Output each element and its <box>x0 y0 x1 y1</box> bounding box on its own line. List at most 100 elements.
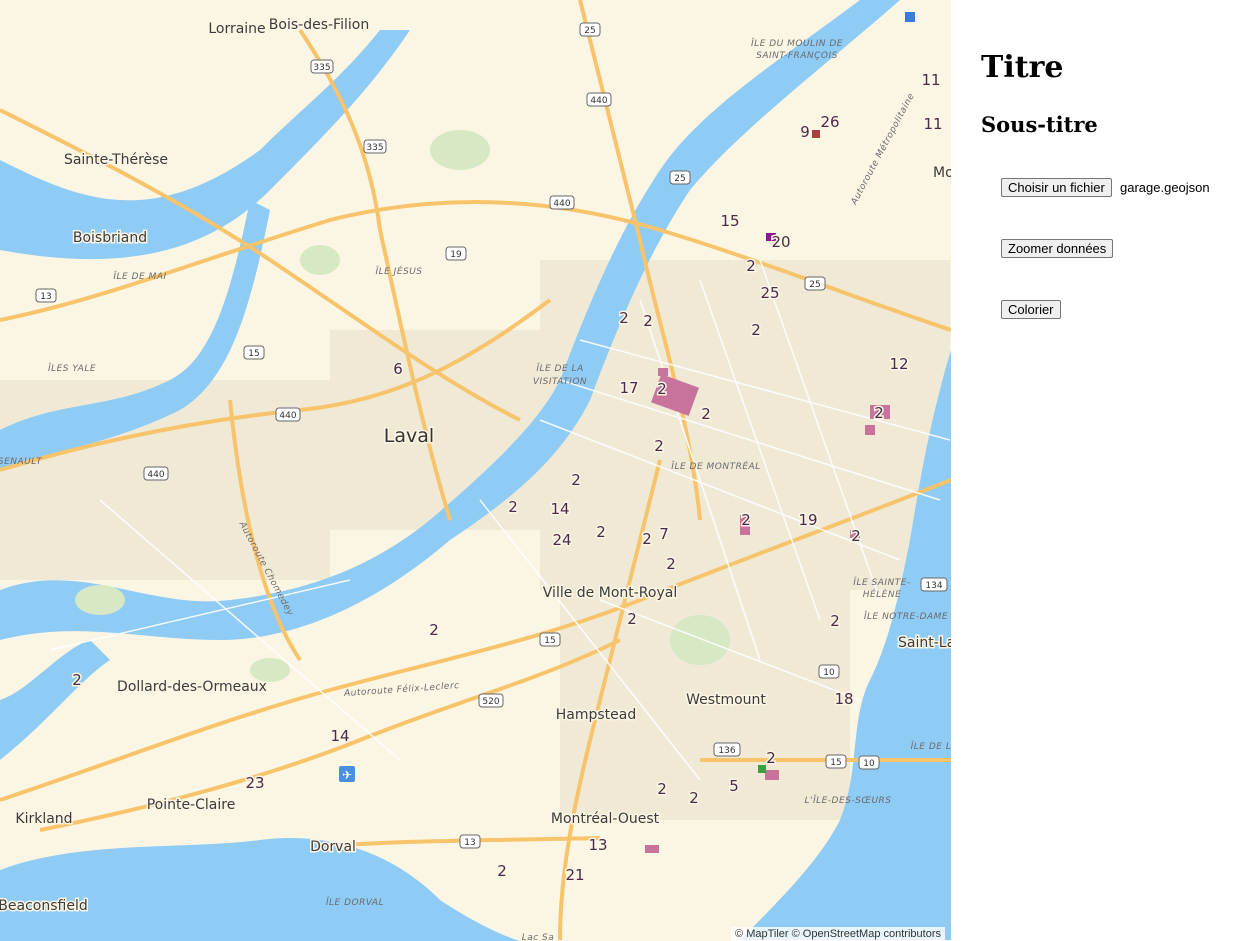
count-label: 2 <box>72 671 82 689</box>
colorize-button[interactable]: Colorier <box>1001 300 1061 319</box>
count-label: 2 <box>751 321 761 339</box>
count-label: 2 <box>766 749 776 767</box>
route-shield: 10 <box>818 664 840 679</box>
count-label: 2 <box>642 530 652 548</box>
place-label: Dorval <box>310 839 356 855</box>
route-shield: 10 <box>858 755 880 770</box>
place-label: Westmount <box>686 692 766 708</box>
count-label: 15 <box>720 212 739 230</box>
choose-file-button[interactable]: Choisir un fichier <box>1001 178 1112 197</box>
urban-areas <box>0 260 950 820</box>
island-label: VISITATION <box>533 377 587 387</box>
count-label: 2 <box>627 610 637 628</box>
count-label: 2 <box>657 380 667 398</box>
route-shield: 25 <box>579 22 601 37</box>
svg-text:136: 136 <box>718 746 735 756</box>
svg-text:19: 19 <box>450 250 462 260</box>
svg-text:25: 25 <box>809 280 820 290</box>
count-label: 12 <box>889 355 908 373</box>
place-label: Beaconsfield <box>0 898 88 914</box>
svg-text:15: 15 <box>544 636 555 646</box>
count-label: 24 <box>552 531 571 549</box>
island-label: ÎLE DE MONTRÉAL <box>671 460 760 472</box>
count-label: 5 <box>729 777 739 795</box>
place-label: Lorraine <box>208 21 265 37</box>
count-label: 2 <box>741 511 751 529</box>
place-label: Bois-des-Filion <box>269 17 369 33</box>
island-label: ÎLE SAINTE- <box>853 576 910 588</box>
garage-parcel-red <box>812 130 820 138</box>
count-label: 2 <box>746 257 756 275</box>
route-shield: 335 <box>363 139 387 154</box>
place-label: Saint-La <box>898 635 951 651</box>
route-shield: 25 <box>669 170 691 185</box>
count-label: 2 <box>497 862 507 880</box>
svg-text:25: 25 <box>674 174 685 184</box>
count-label: 6 <box>393 360 403 378</box>
island-label: ÎLE DE LA <box>536 362 583 374</box>
route-shield: 440 <box>275 407 301 422</box>
count-label: 2 <box>643 312 653 330</box>
svg-text:440: 440 <box>553 199 570 209</box>
count-label: 2 <box>666 555 676 573</box>
route-shield: 440 <box>549 195 575 210</box>
page-title: Titre <box>981 50 1064 85</box>
svg-text:15: 15 <box>830 758 841 768</box>
count-label: 7 <box>659 525 669 543</box>
route-shield: 440 <box>586 92 612 107</box>
svg-text:440: 440 <box>279 411 296 421</box>
garage-parcel-green <box>758 765 766 773</box>
file-name: garage.geojson <box>1120 180 1210 195</box>
island-label: Lac Sa <box>522 933 555 941</box>
count-label: 2 <box>657 780 667 798</box>
map-view[interactable]: ✈ Lorraine Bois-des-Filion Sainte-Thérès… <box>0 0 951 941</box>
route-shield: 15 <box>539 632 561 647</box>
svg-text:440: 440 <box>590 96 607 106</box>
island-label: L'ÎLE-DES-SŒURS <box>804 794 891 806</box>
route-shield: 136 <box>713 742 741 757</box>
count-label: 2 <box>701 405 711 423</box>
route-shield: 19 <box>445 246 467 261</box>
island-label: ÎLE DORVAL <box>326 896 384 908</box>
count-label: 2 <box>874 404 884 422</box>
svg-text:10: 10 <box>823 668 835 678</box>
count-label: 18 <box>834 690 853 708</box>
place-label: Boisbriand <box>73 230 147 246</box>
count-label: 9 <box>800 123 810 141</box>
route-shield: 15 <box>825 754 847 769</box>
route-shield: 440 <box>143 466 169 481</box>
airport-icon: ✈ <box>339 766 355 782</box>
island-label: ÎLE DE MAI <box>113 270 166 282</box>
svg-text:✈: ✈ <box>342 768 352 782</box>
count-label: 14 <box>550 500 569 518</box>
count-label: 17 <box>619 379 638 397</box>
route-shield: 15 <box>243 345 265 360</box>
count-label: 2 <box>596 523 606 541</box>
svg-text:134: 134 <box>925 581 942 591</box>
route-shield: 134 <box>920 577 948 592</box>
count-label: 2 <box>830 612 840 630</box>
map-poi <box>905 12 915 22</box>
count-label: 2 <box>654 437 664 455</box>
place-label: Pointe-Claire <box>147 797 236 813</box>
svg-text:13: 13 <box>40 292 51 302</box>
island-label: HÉLÈNE <box>863 588 902 600</box>
count-label: 2 <box>429 621 439 639</box>
map-canvas: ✈ Lorraine Bois-des-Filion Sainte-Thérès… <box>0 0 951 941</box>
place-label: Kirkland <box>15 811 72 827</box>
svg-text:335: 335 <box>366 143 383 153</box>
route-shield: 335 <box>310 59 334 74</box>
count-label: 2 <box>851 527 861 545</box>
island-label: ÎLES YALE <box>48 362 96 374</box>
route-shield: 520 <box>478 693 504 708</box>
count-label: 2 <box>508 498 518 516</box>
zoom-data-button[interactable]: Zoomer données <box>1001 239 1114 258</box>
island-label: ÎLE JÉSUS <box>375 265 422 277</box>
count-label: 21 <box>565 866 584 884</box>
svg-text:25: 25 <box>584 26 595 36</box>
count-label: 19 <box>798 511 817 529</box>
side-panel: Titre Sous-titre Choisir un fichier gara… <box>951 0 1248 941</box>
place-label: Montréal-Ouest <box>551 811 660 827</box>
map-attribution[interactable]: © MapTiler © OpenStreetMap contributors <box>731 927 945 941</box>
svg-text:10: 10 <box>863 759 875 769</box>
